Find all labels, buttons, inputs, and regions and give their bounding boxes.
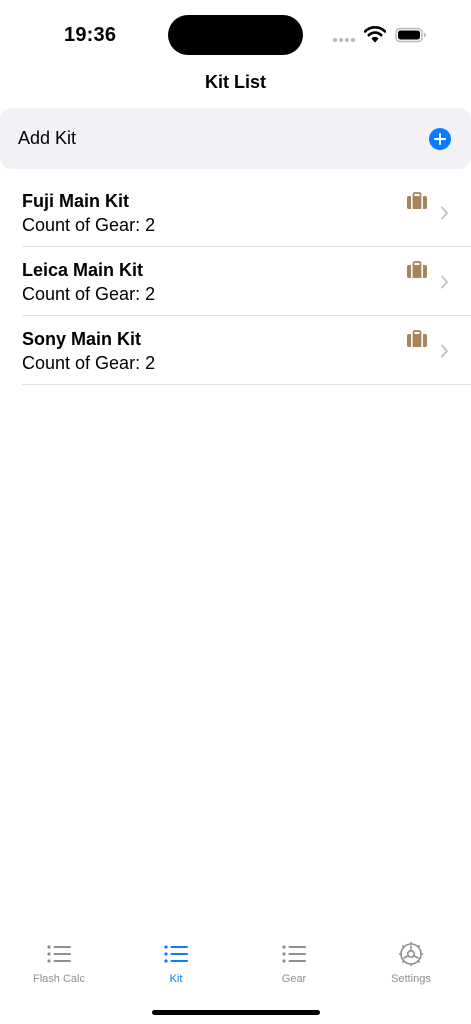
kit-row-fuji[interactable]: Fuji Main Kit Count of Gear: 2 (0, 178, 471, 247)
briefcase-icon (407, 261, 427, 278)
battery-icon (395, 27, 426, 43)
cellular-signal-icon (333, 38, 355, 42)
kit-name: Leica Main Kit (22, 260, 144, 280)
tab-gear[interactable]: Gear (235, 935, 353, 995)
briefcase-icon (407, 192, 427, 209)
list-icon (164, 945, 188, 963)
page-title: Kit List (205, 72, 266, 92)
wifi-icon (364, 26, 386, 43)
chevron-right-icon (441, 275, 448, 289)
chevron-right-icon (441, 344, 448, 358)
kit-gear-count: Count of Gear: 2 (22, 284, 156, 304)
row-divider (22, 384, 471, 385)
chevron-right-icon (441, 206, 448, 220)
home-indicator[interactable] (152, 1010, 320, 1015)
tab-flash-calc[interactable]: Flash Calc (0, 935, 118, 995)
list-icon (47, 945, 71, 963)
kit-row-sony[interactable]: Sony Main Kit Count of Gear: 2 (0, 316, 471, 385)
briefcase-icon (407, 330, 427, 347)
kit-row-leica[interactable]: Leica Main Kit Count of Gear: 2 (0, 247, 471, 316)
add-kit-row[interactable]: Add Kit (0, 108, 471, 169)
add-kit-label: Add Kit (18, 128, 77, 148)
kit-name: Fuji Main Kit (22, 191, 129, 211)
list-icon (282, 945, 306, 963)
tab-label: Flash Calc (33, 973, 85, 985)
dynamic-island (168, 15, 303, 55)
kit-list: Fuji Main Kit Count of Gear: 2 Leica Mai… (0, 178, 471, 385)
kit-gear-count: Count of Gear: 2 (22, 353, 156, 373)
status-time: 19:36 (64, 24, 117, 46)
tab-label: Kit (169, 973, 183, 985)
tab-label: Settings (391, 973, 431, 985)
plus-circle-icon[interactable] (429, 128, 451, 150)
kit-name: Sony Main Kit (22, 329, 142, 349)
gear-icon (398, 941, 424, 967)
kit-gear-count: Count of Gear: 2 (22, 215, 156, 235)
status-bar: 19:36 (0, 0, 471, 70)
tab-label: Gear (281, 973, 307, 985)
tab-settings[interactable]: Settings (352, 935, 470, 995)
tab-kit[interactable]: Kit (117, 935, 235, 995)
